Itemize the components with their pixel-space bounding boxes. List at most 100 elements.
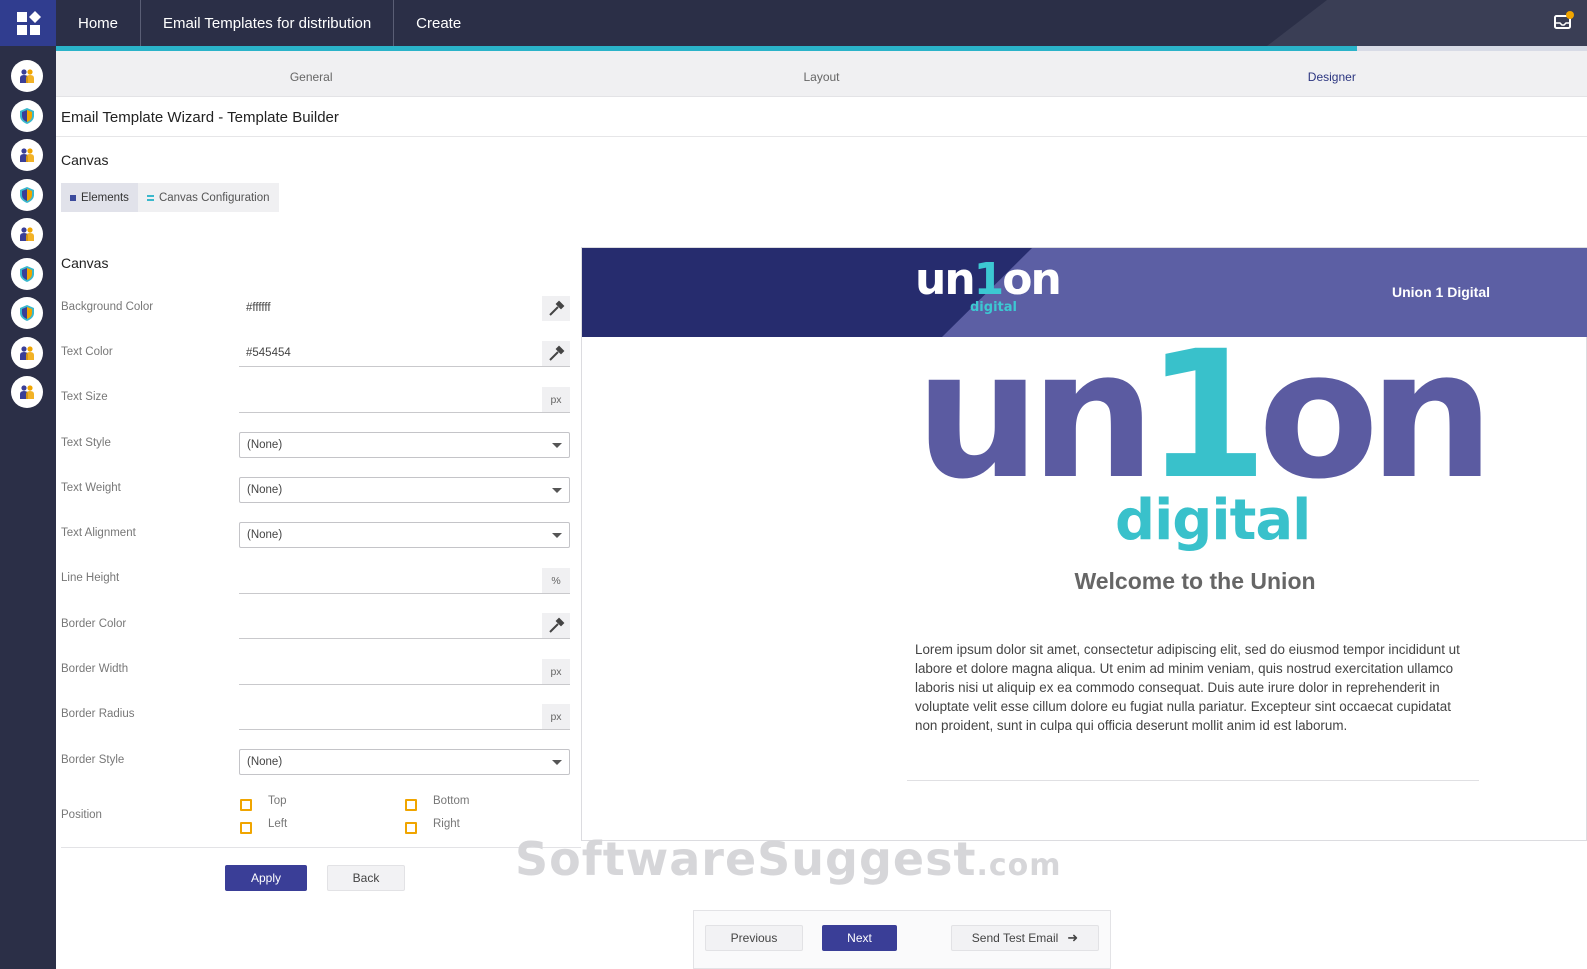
sidebar-users-icon[interactable] [11, 376, 43, 408]
sidebar-shield-icon[interactable] [11, 297, 43, 329]
send-test-email-label: Send Test Email [971, 931, 1059, 945]
notification-icon[interactable] [1553, 10, 1575, 32]
background-color-label: Background Color [61, 301, 154, 313]
divider [907, 780, 1479, 781]
main-logo-word: un1on [915, 328, 1494, 504]
sidebar-users-icon[interactable] [11, 60, 43, 92]
text-alignment-value: (None) [247, 529, 283, 541]
main-logo-sub: digital [1115, 488, 1311, 553]
wizard-footer: Previous Next Send Test Email ➜ [693, 910, 1111, 969]
next-button[interactable]: Next [822, 925, 897, 951]
line-height-unit: % [542, 568, 570, 593]
subtab-elements-label: Elements [81, 191, 129, 204]
topbar-shade [1267, 0, 1587, 46]
tab-general[interactable]: General [56, 51, 566, 96]
caret-down-icon [552, 533, 562, 538]
text-alignment-select[interactable]: (None) [239, 522, 570, 548]
canvas-subtabs: Elements Canvas Configuration [61, 183, 279, 212]
text-weight-select[interactable]: (None) [239, 477, 570, 503]
text-color-input[interactable]: #545454 [239, 341, 570, 367]
nav-home[interactable]: Home [56, 0, 142, 46]
arrow-right-icon: ➜ [1067, 930, 1079, 945]
nav-create[interactable]: Create [394, 0, 483, 46]
eyedropper-icon [549, 617, 565, 633]
header-logo-word: un1on [915, 258, 1062, 302]
eyedropper-icon [549, 300, 565, 316]
wizard-tabs: General Layout Designer [56, 51, 1587, 97]
dashboard-icon [16, 10, 41, 35]
sidebar-shield-icon[interactable] [11, 99, 43, 132]
app-logo[interactable] [0, 0, 56, 46]
welcome-heading: Welcome to the Union [1074, 568, 1316, 594]
apply-button[interactable]: Apply [225, 865, 307, 891]
header-brand-text: Union 1 Digital [1392, 284, 1490, 300]
tab-designer[interactable]: Designer [1077, 51, 1587, 96]
position-top-label: Top [268, 795, 287, 807]
sidebar-users-icon[interactable] [11, 218, 43, 250]
subtab-elements[interactable]: Elements [61, 183, 138, 212]
position-label: Position [61, 809, 102, 821]
nav-email-templates[interactable]: Email Templates for distribution [141, 0, 395, 46]
breadcrumb: Home Email Templates for distribution Cr… [56, 0, 483, 46]
header-logo-end: on [1002, 254, 1062, 305]
previous-button[interactable]: Previous [705, 925, 803, 951]
caret-down-icon [552, 443, 562, 448]
text-size-input[interactable]: px [239, 387, 570, 413]
background-color-input[interactable]: #ffffff [239, 296, 570, 322]
main-logo: un1on digital [915, 328, 1494, 554]
header-logo-main: un [915, 254, 976, 305]
border-style-label: Border Style [61, 754, 125, 766]
caret-down-icon [552, 760, 562, 765]
form-title: Canvas [61, 255, 109, 271]
tab-layout[interactable]: Layout [566, 51, 1076, 96]
border-width-unit: px [542, 659, 570, 684]
position-left-checkbox[interactable] [240, 822, 252, 834]
border-style-select[interactable]: (None) [239, 749, 570, 775]
border-radius-label: Border Radius [61, 708, 135, 720]
border-color-input[interactable] [239, 613, 570, 639]
sidebar-users-icon[interactable] [11, 139, 43, 171]
position-bottom-label: Bottom [433, 795, 470, 807]
back-button[interactable]: Back [327, 865, 405, 891]
sidebar-shield-icon[interactable] [11, 178, 43, 211]
text-style-label: Text Style [61, 437, 111, 449]
section-title: Canvas [61, 152, 109, 168]
sidebar [0, 46, 56, 969]
list-icon [146, 194, 154, 201]
position-left-label: Left [268, 818, 288, 830]
top-bar: Home Email Templates for distribution Cr… [0, 0, 1587, 46]
header-logo: un1on digital [915, 258, 1062, 316]
header-logo-one: 1 [973, 254, 1005, 305]
border-color-picker[interactable] [542, 613, 570, 638]
watermark-main: SoftwareSuggest [515, 832, 977, 886]
background-color-picker[interactable] [542, 296, 570, 321]
text-color-value: #545454 [246, 347, 291, 359]
template-preview: un1on digital Union 1 Digital un1on digi… [581, 247, 1587, 841]
sidebar-shield-icon[interactable] [11, 257, 43, 290]
eyedropper-icon [549, 345, 565, 361]
subtab-canvas-configuration-label: Canvas Configuration [158, 191, 270, 204]
border-radius-input[interactable]: px [239, 704, 570, 730]
body-text: Lorem ipsum dolor sit amet, consectetur … [915, 642, 1460, 733]
text-color-label: Text Color [61, 346, 113, 358]
subtab-canvas-configuration[interactable]: Canvas Configuration [137, 183, 279, 212]
border-style-value: (None) [247, 756, 283, 768]
watermark: SoftwareSuggest.com [515, 832, 1062, 886]
text-color-picker[interactable] [542, 341, 570, 366]
border-width-input[interactable]: px [239, 659, 570, 685]
position-top-checkbox[interactable] [240, 799, 252, 811]
position-right-label: Right [433, 818, 460, 830]
page-title: Email Template Wizard - Template Builder [61, 109, 339, 126]
position-right-checkbox[interactable] [405, 822, 417, 834]
divider [61, 847, 581, 848]
elements-icon [70, 194, 76, 201]
text-style-select[interactable]: (None) [239, 432, 570, 458]
line-height-input[interactable]: % [239, 568, 570, 594]
text-weight-value: (None) [247, 484, 283, 496]
border-radius-unit: px [542, 704, 570, 729]
send-test-email-button[interactable]: Send Test Email ➜ [951, 925, 1099, 951]
line-height-label: Line Height [61, 572, 120, 584]
divider [56, 136, 1587, 137]
position-bottom-checkbox[interactable] [405, 799, 417, 811]
sidebar-users-icon[interactable] [11, 336, 43, 369]
